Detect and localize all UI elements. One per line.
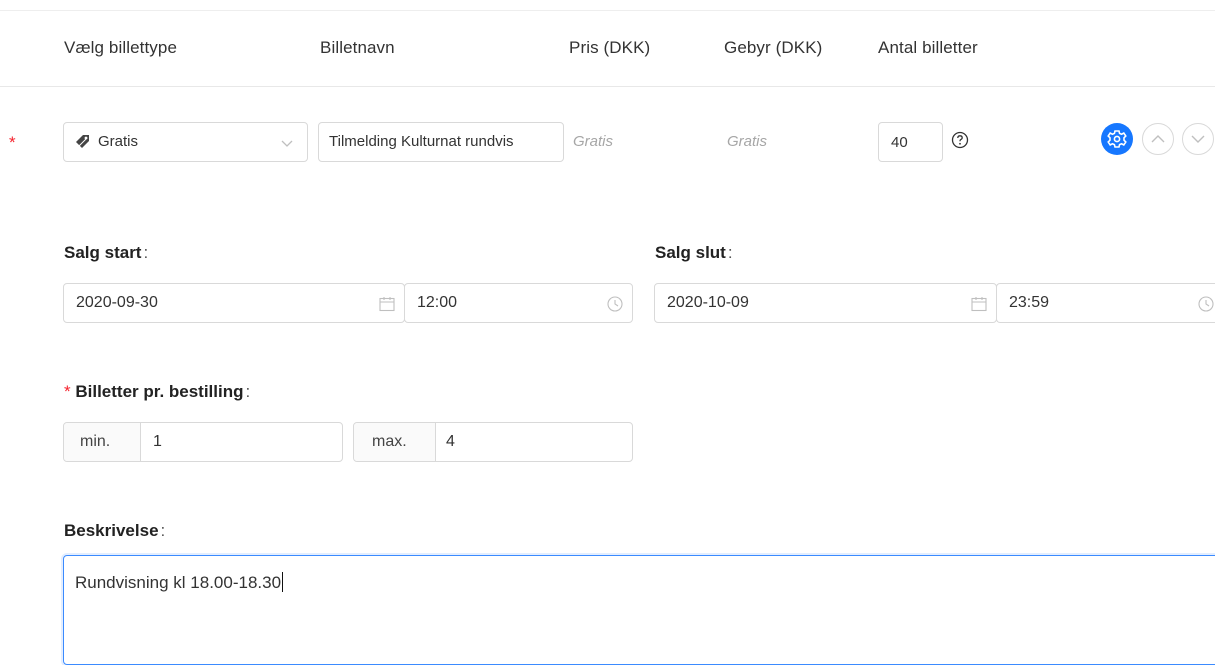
description-textarea[interactable]: Rundvisning kl 18.00-18.30 bbox=[63, 555, 1215, 665]
tag-icon bbox=[76, 135, 89, 148]
required-mark: * bbox=[64, 382, 71, 401]
top-divider bbox=[0, 10, 1215, 11]
min-addon: min. bbox=[64, 423, 141, 461]
header-divider bbox=[0, 86, 1215, 87]
calendar-icon bbox=[379, 297, 395, 312]
chevron-down-icon bbox=[1191, 135, 1205, 143]
sale-start-label: Salg start: bbox=[64, 243, 148, 263]
chevron-up-icon bbox=[1151, 135, 1165, 143]
sale-end-label-text: Salg slut bbox=[655, 243, 726, 262]
per-order-label: * Billetter pr. bestilling: bbox=[64, 382, 250, 402]
clock-icon bbox=[607, 296, 623, 312]
move-down-button[interactable] bbox=[1182, 123, 1214, 155]
header-quantity: Antal billetter bbox=[878, 38, 978, 57]
sale-start-date-picker[interactable]: 2020-09-30 bbox=[63, 283, 405, 323]
header-ticket-name: Billetnavn bbox=[320, 38, 395, 57]
ticket-type-select[interactable]: Gratis bbox=[63, 122, 308, 162]
gear-icon bbox=[1107, 130, 1127, 148]
sale-end-label: Salg slut: bbox=[655, 243, 733, 263]
header-fee: Gebyr (DKK) bbox=[724, 38, 823, 57]
sale-start-time-picker[interactable]: 12:00 bbox=[404, 283, 633, 323]
min-label: min. bbox=[80, 433, 111, 450]
colon: : bbox=[143, 243, 149, 262]
sale-start-label-text: Salg start bbox=[64, 243, 142, 262]
ticket-name-value: Tilmelding Kulturnat rundvis bbox=[329, 133, 514, 150]
description-value-wrap: Rundvisning kl 18.00-18.30 bbox=[75, 572, 284, 593]
move-up-button[interactable] bbox=[1142, 123, 1174, 155]
sale-end-time-value: 23:59 bbox=[1009, 294, 1050, 311]
question-circle-icon[interactable] bbox=[951, 131, 969, 149]
max-label: max. bbox=[372, 433, 407, 450]
text-caret bbox=[282, 572, 284, 592]
sale-start-time-value: 12:00 bbox=[417, 294, 458, 311]
chevron-down-icon bbox=[281, 140, 293, 147]
colon: : bbox=[245, 382, 251, 401]
quantity-input[interactable]: 40 bbox=[878, 122, 943, 162]
fee-value: Gratis bbox=[727, 133, 768, 150]
min-value: 1 bbox=[153, 433, 162, 450]
header-price: Pris (DKK) bbox=[569, 38, 651, 57]
sale-end-date-value: 2020-10-09 bbox=[667, 294, 749, 311]
header-ticket-type: Vælg billettype bbox=[64, 38, 178, 57]
ticket-type-value: Gratis bbox=[98, 133, 139, 150]
description-label-text: Beskrivelse bbox=[64, 521, 159, 540]
required-mark: * bbox=[9, 133, 16, 152]
colon: : bbox=[727, 243, 733, 262]
calendar-icon bbox=[971, 297, 987, 312]
sale-end-time-picker[interactable]: 23:59 bbox=[996, 283, 1215, 323]
sale-start-date-value: 2020-09-30 bbox=[76, 294, 158, 311]
description-label: Beskrivelse: bbox=[64, 521, 165, 541]
ticket-name-input[interactable]: Tilmelding Kulturnat rundvis bbox=[318, 122, 564, 162]
max-addon: max. bbox=[354, 423, 436, 461]
sale-end-date-picker[interactable]: 2020-10-09 bbox=[654, 283, 997, 323]
description-value: Rundvisning kl 18.00-18.30 bbox=[75, 573, 282, 592]
quantity-value: 40 bbox=[891, 134, 908, 151]
max-tickets-input[interactable]: max. 4 bbox=[353, 422, 633, 462]
min-tickets-input[interactable]: min. 1 bbox=[63, 422, 343, 462]
colon: : bbox=[160, 521, 166, 540]
settings-button[interactable] bbox=[1101, 123, 1133, 155]
clock-icon bbox=[1198, 296, 1214, 312]
per-order-label-text: Billetter pr. bestilling bbox=[75, 382, 244, 401]
price-value: Gratis bbox=[573, 133, 614, 150]
max-value: 4 bbox=[446, 433, 455, 450]
